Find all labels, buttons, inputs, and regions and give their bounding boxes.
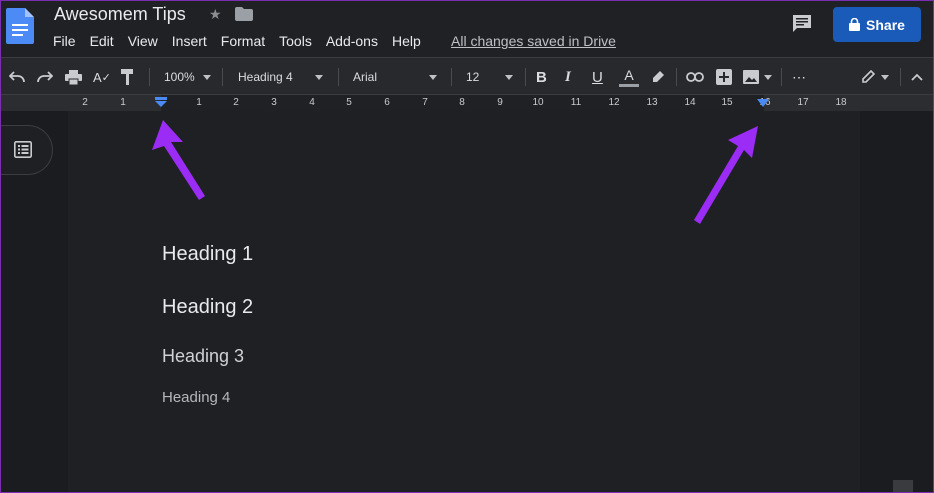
menu-edit[interactable]: Edit bbox=[90, 33, 114, 49]
font-select[interactable]: Arial bbox=[353, 58, 438, 96]
heading-2-text[interactable]: Heading 2 bbox=[162, 296, 253, 319]
add-comment-icon[interactable] bbox=[716, 58, 732, 96]
ruler-number: 17 bbox=[797, 97, 809, 108]
ruler-number: 8 bbox=[459, 97, 465, 108]
link-icon[interactable] bbox=[686, 58, 704, 96]
ruler[interactable]: 2 1 1 2 3 4 5 6 7 8 9 10 11 12 13 14 15 … bbox=[0, 95, 934, 112]
highlight-icon[interactable] bbox=[651, 58, 665, 96]
underline-icon[interactable]: U bbox=[592, 58, 603, 96]
ruler-number: 12 bbox=[608, 97, 620, 108]
menu-help[interactable]: Help bbox=[392, 33, 421, 49]
print-icon[interactable] bbox=[65, 58, 82, 96]
lock-icon bbox=[849, 18, 861, 31]
right-indent-marker[interactable] bbox=[757, 99, 769, 107]
zoom-value: 100% bbox=[164, 70, 195, 84]
paint-format-icon[interactable] bbox=[121, 58, 135, 96]
ruler-margin-right bbox=[764, 95, 934, 111]
ruler-number: 6 bbox=[384, 97, 390, 108]
italic-icon[interactable]: I bbox=[565, 58, 571, 96]
star-icon[interactable]: ★ bbox=[209, 6, 222, 23]
menu-addons[interactable]: Add-ons bbox=[326, 33, 378, 49]
share-button[interactable]: Share bbox=[833, 7, 921, 42]
menu-file[interactable]: File bbox=[53, 33, 76, 49]
menu-format[interactable]: Format bbox=[221, 33, 265, 49]
style-value: Heading 4 bbox=[238, 70, 293, 84]
bold-icon[interactable]: B bbox=[536, 58, 547, 96]
ruler-number: 1 bbox=[120, 97, 126, 108]
heading-1-text[interactable]: Heading 1 bbox=[162, 243, 253, 266]
ruler-number: 9 bbox=[497, 97, 503, 108]
scroll-corner[interactable] bbox=[893, 480, 913, 493]
ruler-number: 1 bbox=[196, 97, 202, 108]
undo-icon[interactable] bbox=[9, 58, 25, 96]
edit-mode-icon[interactable] bbox=[861, 58, 889, 96]
spellcheck-icon[interactable]: A ✓ bbox=[93, 58, 111, 96]
collapse-icon[interactable] bbox=[911, 58, 923, 96]
arrow-annotation-left bbox=[152, 120, 205, 200]
ruler-number: 5 bbox=[346, 97, 352, 108]
menu-insert[interactable]: Insert bbox=[172, 33, 207, 49]
outline-button[interactable] bbox=[0, 125, 53, 175]
menu-bar: File Edit View Insert Format Tools Add-o… bbox=[53, 33, 435, 49]
docs-icon[interactable] bbox=[6, 8, 34, 44]
redo-icon[interactable] bbox=[37, 58, 53, 96]
document-title[interactable]: Awesomem Tips bbox=[54, 4, 186, 25]
toolbar: A ✓ 100% Heading 4 Arial 12 B I U A ⋯ bbox=[0, 57, 934, 95]
ruler-number: 2 bbox=[82, 97, 88, 108]
ruler-number: 14 bbox=[684, 97, 696, 108]
outline-icon bbox=[14, 141, 32, 158]
title-bar: Awesomem Tips ★ File Edit View Insert Fo… bbox=[0, 0, 934, 57]
ruler-number: 18 bbox=[835, 97, 847, 108]
font-size-select[interactable]: 12 bbox=[466, 58, 514, 96]
ruler-number: 4 bbox=[309, 97, 315, 108]
text-color-icon[interactable]: A bbox=[619, 58, 639, 96]
save-status[interactable]: All changes saved in Drive bbox=[451, 33, 616, 49]
ruler-number: 2 bbox=[233, 97, 239, 108]
ruler-number: 3 bbox=[271, 97, 277, 108]
ruler-margin-left bbox=[0, 95, 161, 111]
font-value: Arial bbox=[353, 70, 378, 84]
menu-tools[interactable]: Tools bbox=[279, 33, 312, 49]
left-indent-marker[interactable] bbox=[154, 97, 168, 107]
ruler-number: 13 bbox=[646, 97, 658, 108]
comment-icon[interactable] bbox=[792, 14, 812, 34]
more-icon[interactable]: ⋯ bbox=[792, 58, 807, 96]
document-canvas bbox=[0, 111, 934, 493]
menu-view[interactable]: View bbox=[128, 33, 158, 49]
ruler-number: 10 bbox=[532, 97, 544, 108]
zoom-select[interactable]: 100% bbox=[164, 58, 211, 96]
share-label: Share bbox=[866, 16, 905, 33]
arrow-annotation-right bbox=[694, 126, 758, 224]
font-size-value: 12 bbox=[466, 70, 480, 84]
folder-icon[interactable] bbox=[235, 7, 253, 21]
style-select[interactable]: Heading 4 bbox=[238, 58, 323, 96]
heading-4-text[interactable]: Heading 4 bbox=[162, 389, 230, 406]
image-icon[interactable] bbox=[743, 58, 772, 96]
ruler-number: 7 bbox=[422, 97, 428, 108]
heading-3-text[interactable]: Heading 3 bbox=[162, 346, 244, 367]
ruler-number: 15 bbox=[721, 97, 733, 108]
ruler-number: 11 bbox=[570, 97, 582, 108]
